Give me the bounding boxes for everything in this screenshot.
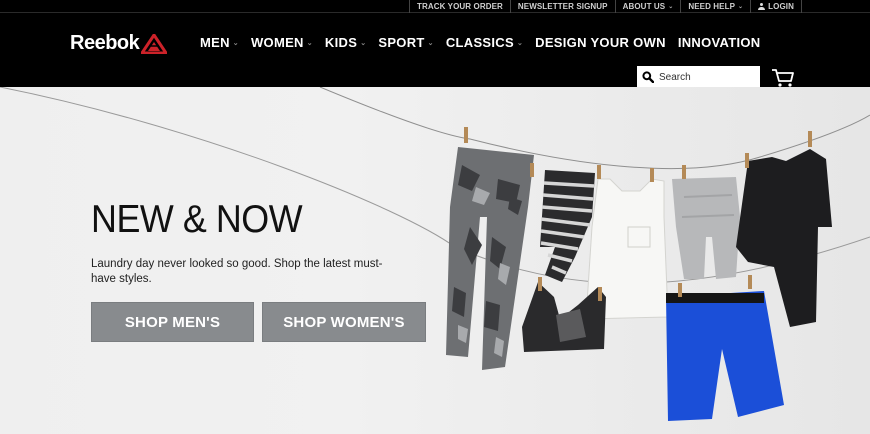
utility-link-need-help[interactable]: NEED HELP ⌄ <box>680 0 750 13</box>
nav-item-kids[interactable]: KIDS ⌄ <box>325 35 366 50</box>
hero-headline: NEW & NOW <box>91 198 303 241</box>
cart-icon[interactable] <box>771 68 795 88</box>
chevron-down-icon: ⌄ <box>738 3 744 10</box>
utility-link-newsletter[interactable]: NEWSLETTER SIGNUP <box>509 0 615 13</box>
brand-name: Reebok <box>70 32 140 54</box>
chevron-down-icon: ⌄ <box>516 39 524 47</box>
utility-bar: TRACK YOUR ORDER NEWSLETTER SIGNUP ABOUT… <box>0 0 870 13</box>
main-header: Reebok MEN ⌄ WOMEN ⌄ KIDS ⌄ SPORT ⌄ CLASSICS… <box>0 13 870 88</box>
utility-link-login[interactable]: LOGIN <box>750 0 802 13</box>
nav-item-design-your-own[interactable]: DESIGN YOUR OWN <box>535 35 666 50</box>
nav-item-classics[interactable]: CLASSICS ⌄ <box>446 35 523 50</box>
hero-subcopy: Laundry day never looked so good. Shop t… <box>91 258 383 285</box>
nav-item-women[interactable]: WOMEN ⌄ <box>251 35 313 50</box>
reebok-delta-icon <box>141 33 168 54</box>
hero-banner: NEW & NOW Laundry day never looked so go… <box>0 87 870 434</box>
shop-womens-button[interactable]: SHOP WOMEN'S <box>262 302 426 342</box>
chevron-down-icon: ⌄ <box>360 39 367 47</box>
chevron-down-icon: ⌄ <box>232 39 239 47</box>
utility-link-about-us[interactable]: ABOUT US ⌄ <box>614 0 681 13</box>
nav-item-sport[interactable]: SPORT ⌄ <box>378 35 433 50</box>
shop-mens-button[interactable]: SHOP MEN'S <box>91 302 254 342</box>
nav-item-innovation[interactable]: INNOVATION <box>678 35 761 50</box>
utility-link-track-order[interactable]: TRACK YOUR ORDER <box>408 0 510 13</box>
chevron-down-icon: ⌄ <box>427 39 434 47</box>
chevron-down-icon: ⌄ <box>668 3 674 10</box>
nav-item-men[interactable]: MEN ⌄ <box>200 35 239 50</box>
search-icon[interactable] <box>642 71 654 83</box>
utility-nav: TRACK YOUR ORDER NEWSLETTER SIGNUP ABOUT… <box>408 0 802 13</box>
search-box[interactable]: Search <box>637 66 760 88</box>
chevron-down-icon: ⌄ <box>306 39 313 47</box>
brand-logo[interactable]: Reebok <box>70 32 168 55</box>
user-icon <box>758 2 766 11</box>
search-input[interactable]: Search <box>659 72 691 83</box>
main-nav: MEN ⌄ WOMEN ⌄ KIDS ⌄ SPORT ⌄ CLASSICS ⌄ DESIG… <box>200 35 773 50</box>
